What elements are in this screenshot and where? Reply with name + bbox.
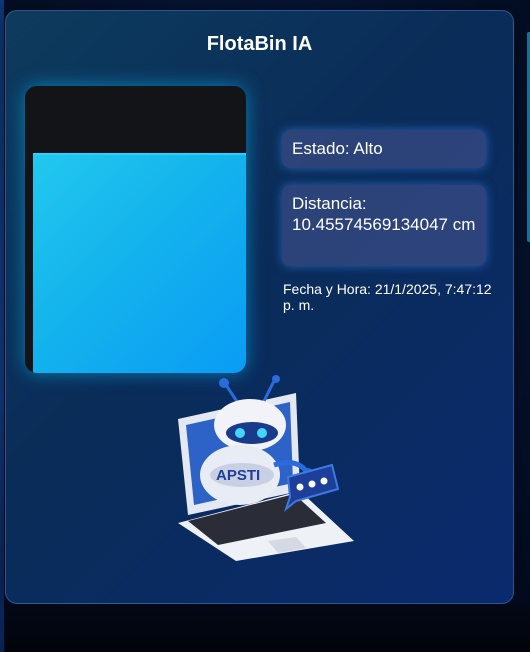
- distance-text: Distancia: 10.45574569134047 cm: [292, 194, 476, 234]
- bottom-edge: [5, 604, 530, 652]
- status-text: Estado: Alto: [292, 139, 383, 158]
- page-title: FlotaBin IA: [206, 33, 313, 55]
- bin-level-tank: [25, 86, 246, 373]
- dashboard-card: FlotaBin IA Estado: Alto Distancia: 10.4…: [5, 10, 514, 604]
- distance-box: Distancia: 10.45574569134047 cm: [282, 185, 486, 266]
- robot-laptop-icon: APSTI: [178, 375, 354, 561]
- left-edge-stripe: [0, 0, 4, 652]
- timestamp-text: Fecha y Hora: 21/1/2025, 7:47:12 p. m.: [283, 281, 492, 313]
- status-box: Estado: Alto: [282, 130, 486, 168]
- bin-level-fill: [33, 152, 246, 373]
- svg-text:APSTI: APSTI: [216, 467, 260, 484]
